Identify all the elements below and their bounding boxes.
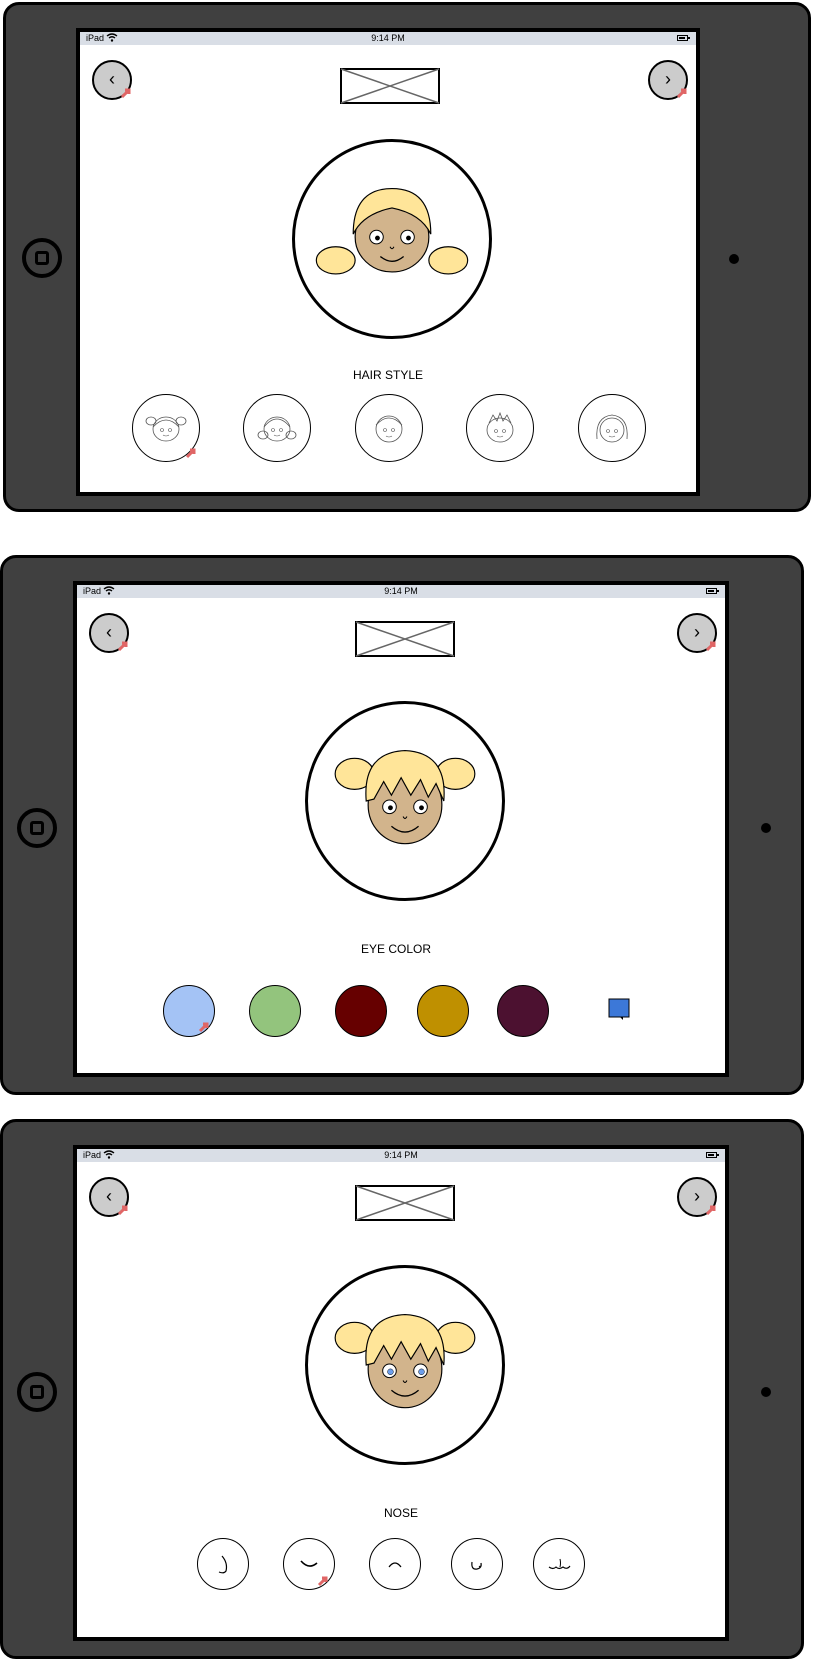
ipad-screen-2: iPad 9:14 PM ‹ › EYE COLOR	[73, 581, 729, 1077]
link-marker-icon	[198, 1022, 209, 1033]
hair-style-option[interactable]	[243, 394, 311, 462]
hair-style-spiky-icon	[486, 411, 514, 443]
home-button[interactable]	[17, 808, 57, 848]
battery-icon	[706, 588, 719, 594]
status-time: 9:14 PM	[384, 586, 418, 596]
camera-dot	[761, 1387, 771, 1397]
status-time: 9:14 PM	[371, 33, 405, 43]
avatar-face-pigtails-high	[334, 1313, 476, 1409]
camera-dot	[761, 823, 771, 833]
ipad-frame-1: iPad 9:14 PM ‹ › HAIR STYLE	[3, 2, 811, 512]
hair-style-option[interactable]	[578, 394, 646, 462]
nose-wide-icon	[548, 1558, 571, 1570]
chevron-left-icon: ‹	[106, 1186, 112, 1206]
link-marker-icon	[117, 1205, 128, 1216]
link-marker-icon	[705, 1205, 716, 1216]
ipad-frame-3: iPad 9:14 PM ‹ › NOSE	[0, 1119, 804, 1659]
eye-color-swatch-dark-red[interactable]	[335, 985, 387, 1037]
link-marker-icon	[185, 448, 196, 459]
home-button[interactable]	[17, 1372, 57, 1412]
battery-icon	[706, 1152, 719, 1158]
nose-option[interactable]	[451, 1538, 503, 1590]
nose-hook-icon	[218, 1555, 228, 1574]
battery-icon	[677, 35, 690, 41]
logo-image-placeholder	[340, 68, 440, 104]
hair-style-option[interactable]	[355, 394, 423, 462]
eye-color-swatch-plum[interactable]	[497, 985, 549, 1037]
chevron-right-icon: ›	[694, 1186, 700, 1206]
link-marker-icon	[120, 88, 131, 99]
ipad-screen-3: iPad 9:14 PM ‹ › NOSE	[73, 1145, 729, 1641]
status-bar: iPad 9:14 PM	[77, 585, 725, 598]
hair-style-option[interactable]	[466, 394, 534, 462]
nose-option[interactable]	[197, 1538, 249, 1590]
hair-style-pigtails-low-icon	[257, 416, 297, 442]
status-time: 9:14 PM	[384, 1150, 418, 1160]
link-marker-icon	[317, 1576, 328, 1587]
avatar-face-pigtails-low	[315, 187, 469, 275]
hair-style-short-icon	[375, 415, 403, 443]
chevron-right-icon: ›	[665, 69, 671, 89]
nose-option[interactable]	[533, 1538, 585, 1590]
chevron-right-icon: ›	[694, 622, 700, 642]
ipad-screen-1: iPad 9:14 PM ‹ › HAIR STYLE	[76, 28, 700, 496]
eye-color-swatch-gold[interactable]	[417, 985, 469, 1037]
avatar-face-pigtails-high	[334, 749, 476, 845]
chevron-left-icon: ‹	[109, 69, 115, 89]
status-bar: iPad 9:14 PM	[77, 1149, 725, 1162]
section-title: EYE COLOR	[360, 942, 432, 956]
link-marker-icon	[705, 641, 716, 652]
chevron-left-icon: ‹	[106, 622, 112, 642]
link-marker-icon	[676, 88, 687, 99]
ipad-frame-2: iPad 9:14 PM ‹ › EYE COLOR	[0, 555, 804, 1095]
home-button[interactable]	[22, 238, 62, 278]
logo-image-placeholder	[355, 621, 455, 657]
nose-arch-icon	[388, 1562, 402, 1568]
section-title: HAIR STYLE	[352, 368, 424, 382]
avatar-preview	[292, 139, 492, 339]
avatar-preview	[305, 701, 505, 901]
avatar-preview	[305, 1265, 505, 1465]
nose-button-icon	[471, 1561, 482, 1570]
note-icon[interactable]	[608, 998, 630, 1020]
link-marker-icon	[117, 641, 128, 652]
section-title: NOSE	[383, 1506, 418, 1520]
camera-dot	[729, 254, 739, 264]
eye-color-swatch-green[interactable]	[249, 985, 301, 1037]
nose-option[interactable]	[369, 1538, 421, 1590]
logo-image-placeholder	[355, 1185, 455, 1221]
hair-style-long-icon	[596, 414, 628, 443]
status-bar: iPad 9:14 PM	[80, 32, 696, 45]
